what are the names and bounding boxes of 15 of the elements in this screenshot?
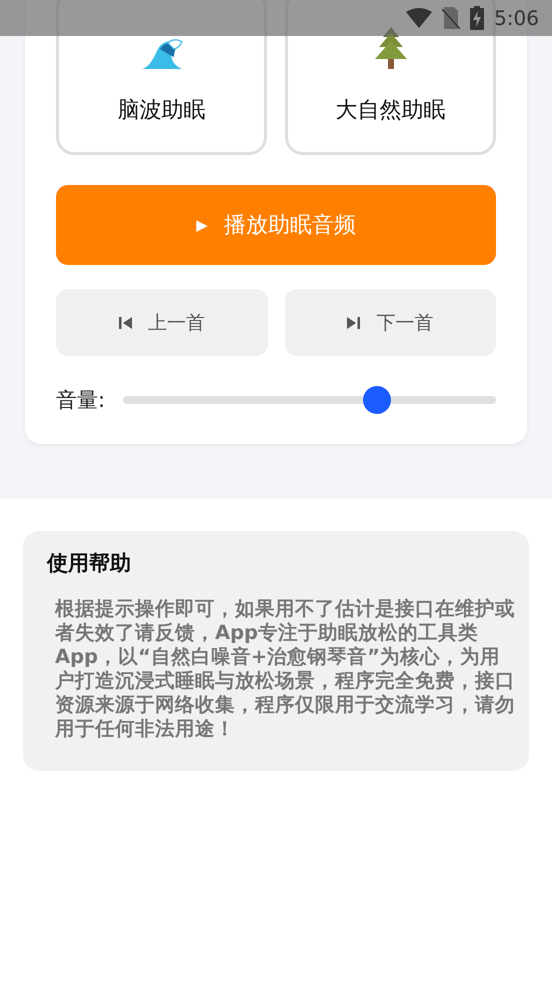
volume-label: 音量:	[56, 387, 106, 414]
previous-track-button[interactable]: 上一首	[56, 289, 268, 356]
no-sim-icon	[442, 7, 460, 29]
clock-time: 5:06	[494, 6, 539, 30]
help-title: 使用帮助	[47, 550, 132, 577]
battery-charging-icon	[470, 6, 484, 30]
wave-icon	[140, 37, 184, 71]
next-track-button[interactable]: 下一首	[284, 289, 496, 356]
skip-forward-icon	[347, 316, 360, 328]
skip-back-icon	[118, 316, 132, 328]
slider-thumb[interactable]	[362, 386, 391, 414]
help-text: 根据提示操作即可，如果用不了估计是接口在维护或者失效了请反馈，App专注于助眠放松的工具类App，以“自然白噪音+治愈钢琴音”为核心，为用户打造沉浸式睡眠与放松场景，程序完全免费，接口资源来源于网络收集，程序仅限用于交流学习，请勿用于任何非法用途！	[55, 597, 516, 741]
wifi-icon	[406, 8, 432, 28]
volume-slider[interactable]	[123, 386, 496, 414]
play-icon: ▶	[196, 216, 208, 234]
